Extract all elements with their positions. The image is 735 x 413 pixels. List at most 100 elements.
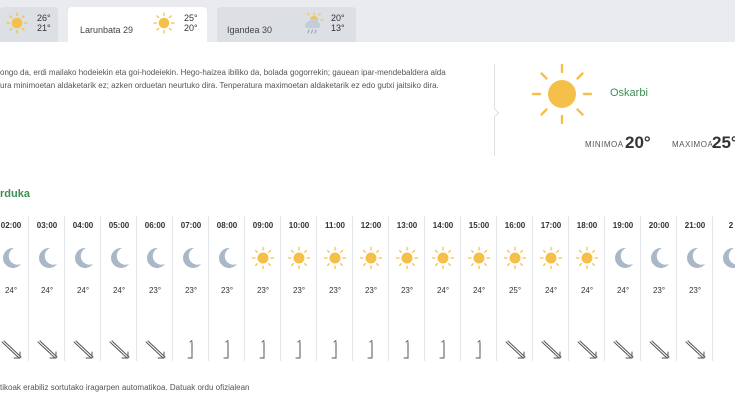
hour-temp: 24° xyxy=(544,286,558,295)
hour-temp: 23° xyxy=(220,286,234,295)
hour-temp: 25° xyxy=(508,286,522,295)
tab-label: Larunbata 29 xyxy=(80,25,134,35)
description-line: ura minimoetan aldaketarik ez; azken ord… xyxy=(0,81,439,90)
hour-time: 16:00 xyxy=(504,221,526,230)
sun-icon xyxy=(575,246,599,275)
hour-column: 11:00 23° xyxy=(316,216,352,361)
hour-column: 09:00 23° xyxy=(244,216,280,361)
hour-temp: 23° xyxy=(400,286,414,295)
wind-direction-icon xyxy=(143,339,167,366)
hour-time: 07:00 xyxy=(180,221,202,230)
moon-icon xyxy=(215,246,239,275)
wind-direction-icon xyxy=(35,339,59,366)
moon-icon xyxy=(107,246,131,275)
wind-direction-icon xyxy=(431,339,455,366)
hour-time: 12:00 xyxy=(360,221,382,230)
hour-temp: 24° xyxy=(616,286,630,295)
wind-direction-icon xyxy=(575,339,599,366)
moon-icon xyxy=(71,246,95,275)
max-temp-label: MAXIMOA xyxy=(672,140,714,149)
hour-time: 13:00 xyxy=(396,221,418,230)
hour-time: 19:00 xyxy=(612,221,634,230)
hour-column: 2 xyxy=(712,216,735,361)
tab-day-igandea[interactable]: Igandea 30 20° 13° xyxy=(217,7,356,42)
moon-icon xyxy=(0,246,23,275)
sun-icon xyxy=(359,246,383,275)
sun-icon xyxy=(531,63,593,130)
hour-column: 17:00 24° xyxy=(532,216,568,361)
wind-direction-icon xyxy=(611,339,635,366)
day-tabs: 26° 21° Larunbata 29 25° 20° Igandea 30 … xyxy=(0,0,735,42)
hour-time: 05:00 xyxy=(108,221,130,230)
hour-temp: 23° xyxy=(328,286,342,295)
tab-min-temp: 20° xyxy=(184,23,198,33)
hour-time: 08:00 xyxy=(216,221,238,230)
hour-time: 2 xyxy=(728,221,734,230)
hour-time: 15:00 xyxy=(468,221,490,230)
hour-column: 16:00 25° xyxy=(496,216,532,361)
sun-icon xyxy=(6,12,28,39)
hour-column: 10:00 23° xyxy=(280,216,316,361)
hour-column: 21:00 23° xyxy=(676,216,712,361)
hour-temp: 23° xyxy=(652,286,666,295)
wind-direction-icon xyxy=(107,339,131,366)
moon-icon xyxy=(611,246,635,275)
sun-icon xyxy=(153,12,175,39)
hour-temp: 24° xyxy=(40,286,54,295)
hourly-section-title: rduka xyxy=(0,188,30,200)
hour-temp: 24° xyxy=(436,286,450,295)
wind-direction-icon xyxy=(215,339,239,366)
hour-temp: 23° xyxy=(292,286,306,295)
hour-temp: 23° xyxy=(256,286,270,295)
hour-temp: 23° xyxy=(148,286,162,295)
sun-icon xyxy=(539,246,563,275)
tab-day-larunbata[interactable]: Larunbata 29 25° 20° xyxy=(68,7,207,42)
hour-temp: 24° xyxy=(4,286,18,295)
wind-direction-icon xyxy=(0,339,23,366)
moon-icon xyxy=(683,246,707,275)
wind-direction-icon xyxy=(467,339,491,366)
hour-temp: 23° xyxy=(688,286,702,295)
hour-column: 06:00 23° xyxy=(136,216,172,361)
tab-day-friday[interactable]: 26° 21° xyxy=(0,7,58,42)
hour-column: 03:00 24° xyxy=(28,216,64,361)
hour-temp: 24° xyxy=(112,286,126,295)
hour-column: 08:00 23° xyxy=(208,216,244,361)
moon-icon xyxy=(719,246,735,275)
summary-condition: Oskarbi xyxy=(610,87,648,99)
hour-time: 06:00 xyxy=(144,221,166,230)
hour-time: 14:00 xyxy=(432,221,454,230)
weather-page: 26° 21° Larunbata 29 25° 20° Igandea 30 … xyxy=(0,0,735,413)
hour-column: 07:00 23° xyxy=(172,216,208,361)
hour-time: 20:00 xyxy=(648,221,670,230)
tab-label: Igandea 30 xyxy=(227,25,273,35)
min-temp-value: 20° xyxy=(625,133,651,152)
hour-column: 04:00 24° xyxy=(64,216,100,361)
hour-time: 03:00 xyxy=(36,221,58,230)
moon-icon xyxy=(179,246,203,275)
hour-column: 19:00 24° xyxy=(604,216,640,361)
hour-column: 18:00 24° xyxy=(568,216,604,361)
wind-direction-icon xyxy=(359,339,383,366)
wind-direction-icon xyxy=(71,339,95,366)
hour-time: 10:00 xyxy=(288,221,310,230)
forecast-description: ongo da, erdi mailako hodeiekin eta goi-… xyxy=(0,66,480,92)
hour-time: 21:00 xyxy=(684,221,706,230)
hour-column: 15:00 24° xyxy=(460,216,496,361)
tab-max-temp: 25° xyxy=(184,13,198,23)
wind-direction-icon xyxy=(503,339,527,366)
hour-column: 12:00 23° xyxy=(352,216,388,361)
footer-note: tikoak erabiliz sortutako iragarpen auto… xyxy=(0,383,250,392)
hour-temp: 24° xyxy=(580,286,594,295)
sun-icon xyxy=(251,246,275,275)
tab-max-temp: 20° xyxy=(331,13,345,23)
hour-time: 18:00 xyxy=(576,221,598,230)
hour-time: 02:00 xyxy=(0,221,22,230)
wind-direction-icon xyxy=(323,339,347,366)
hour-column: 13:00 23° xyxy=(388,216,424,361)
sun-icon xyxy=(287,246,311,275)
hourly-forecast: 02:00 24° 03:00 24° 04:00 24° 05:00 24° 06:00 23°… xyxy=(0,216,735,361)
min-temp-label: MINIMOA xyxy=(585,140,624,149)
max-temp-value: 25° xyxy=(712,133,735,152)
moon-icon xyxy=(35,246,59,275)
